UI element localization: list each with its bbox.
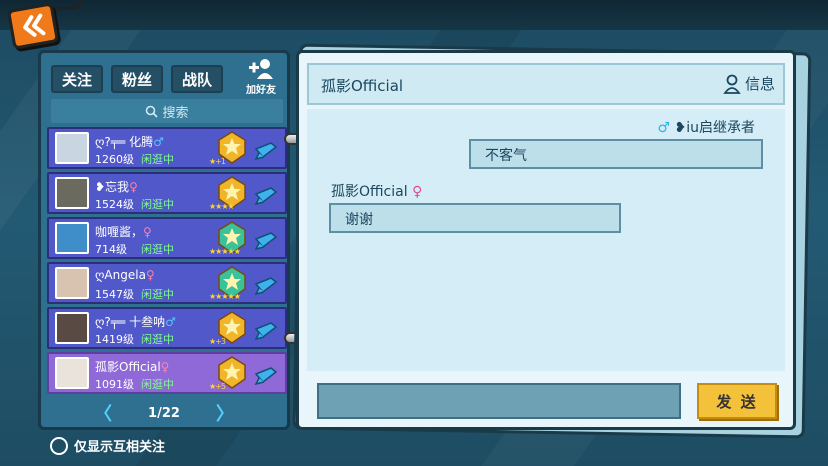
message-bubble: 不客气 — [469, 139, 763, 169]
radio-circle-icon — [50, 436, 68, 455]
gender-icon: ♀ — [129, 180, 138, 194]
friend-level: 1091级 — [95, 378, 134, 391]
friend-status: 闲逛中 — [141, 378, 174, 391]
message-input[interactable] — [317, 383, 681, 419]
friend-name: ღ?╤═ 十叁呐 — [95, 315, 166, 329]
info-label: 信息 — [744, 75, 775, 93]
male-gender-icon: ♂ — [657, 120, 671, 136]
add-user-icon — [249, 59, 273, 79]
next-page-button[interactable]: 〉 — [216, 400, 234, 426]
search-placeholder: 搜索 — [162, 105, 189, 121]
sender-name: 孤影Official — [331, 184, 408, 200]
friend-name-line: 咖喱酱，♀ — [95, 223, 152, 240]
top-bar — [0, 0, 828, 30]
search-icon — [146, 105, 159, 118]
send-button[interactable]: 发 送 — [697, 383, 777, 419]
send-gift-icon[interactable] — [253, 364, 279, 386]
chat-message-area: ♂ ❥iu启继承者 不客气 孤影Official ♀ 谢谢 — [307, 109, 785, 371]
pager: 〈 1/22 〉 — [41, 398, 287, 428]
friend-row[interactable]: ღ?╤═ 化腾♂ 1260级 闲逛中 ★+1 — [47, 127, 287, 169]
chat-panel: 孤影Official 信息 ♂ ❥iu启继承者 不客气 孤影Official ♀… — [296, 50, 796, 430]
send-gift-icon[interactable] — [253, 139, 279, 161]
tab-fans[interactable]: 粉丝 — [111, 65, 163, 93]
friend-level: 1260级 — [95, 153, 134, 166]
send-gift-icon[interactable] — [253, 274, 279, 296]
rank-stars: ★+5 — [209, 382, 226, 391]
friend-row[interactable]: 咖喱酱，♀ 714级 闲逛中 ★★★★★ — [47, 217, 287, 259]
tab-bar: 关注 粉丝 战队 — [51, 65, 223, 93]
avatar[interactable] — [55, 222, 89, 254]
friends-panel: 关注 粉丝 战队 加好友 搜索 ღ?╤═ 化腾♂ 1260级 闲逛中 ★+1 ❥… — [38, 50, 290, 430]
friend-status: 闲逛中 — [141, 153, 174, 166]
add-friend-label: 加好友 — [246, 85, 276, 96]
message-bubble: 谢谢 — [329, 203, 621, 233]
info-button[interactable]: 信息 — [723, 73, 775, 94]
send-gift-icon[interactable] — [253, 319, 279, 341]
search-input[interactable]: 搜索 — [51, 99, 283, 123]
rank-stars: ★+1 — [209, 157, 226, 166]
avatar[interactable] — [55, 177, 89, 209]
friend-level: 1419级 — [95, 333, 134, 346]
gender-icon: ♀ — [145, 268, 155, 282]
mutual-only-toggle[interactable]: 仅显示互相关注 — [50, 436, 165, 455]
rank-stars: ★+3 — [209, 337, 226, 346]
send-gift-icon[interactable] — [253, 184, 279, 206]
back-button[interactable] — [6, 2, 60, 50]
gender-icon: ♂ — [165, 315, 176, 329]
female-gender-icon: ♀ — [412, 184, 423, 200]
friend-name-line: ❥忘我♀ — [95, 178, 138, 195]
avatar[interactable] — [55, 132, 89, 164]
avatar[interactable] — [55, 357, 89, 389]
mutual-only-label: 仅显示互相关注 — [74, 440, 166, 455]
tab-team[interactable]: 战队 — [171, 65, 223, 93]
friend-status: 闲逛中 — [141, 333, 174, 346]
rank-stars: ★★★★ — [209, 202, 235, 211]
friend-name: ❥忘我 — [95, 180, 130, 194]
message-text: 不客气 — [485, 148, 527, 164]
friend-name: 孤影Official — [95, 360, 161, 374]
message-text: 谢谢 — [345, 212, 373, 228]
tab-following[interactable]: 关注 — [51, 65, 103, 93]
message-sender: ♂ ❥iu启继承者 — [657, 117, 755, 137]
friend-name-line: ღAngela♀ — [95, 268, 155, 282]
message-sender: 孤影Official ♀ — [331, 181, 422, 201]
friend-status: 闲逛中 — [141, 288, 174, 301]
rank-stars: ★★★★★ — [209, 247, 241, 256]
avatar[interactable] — [55, 312, 89, 344]
page-indicator: 1/22 — [148, 405, 180, 421]
friend-status: 闲逛中 — [141, 243, 174, 256]
user-profile-icon — [723, 74, 741, 94]
gender-icon: ♀ — [160, 360, 170, 374]
friend-name: ღ?╤═ 化腾 — [95, 135, 154, 149]
add-friend-button[interactable]: 加好友 — [241, 57, 281, 97]
friend-name: 咖喱酱， — [95, 225, 144, 239]
friend-level: 1524级 — [95, 198, 134, 211]
chat-header: 孤影Official 信息 — [307, 63, 785, 105]
friend-name-line: ღ?╤═ 化腾♂ — [95, 133, 164, 150]
friend-level: 1547级 — [95, 288, 134, 301]
double-chevron-left-icon — [23, 13, 46, 37]
friend-row[interactable]: ღAngela♀ 1547级 闲逛中 ★★★★★ — [47, 262, 287, 304]
friend-name-line: ღ?╤═ 十叁呐♂ — [95, 313, 176, 330]
gender-icon: ♀ — [143, 225, 152, 239]
sender-name: ❥iu启继承者 — [674, 120, 756, 136]
friend-row[interactable]: ❥忘我♀ 1524级 闲逛中 ★★★★ — [47, 172, 287, 214]
avatar[interactable] — [55, 267, 89, 299]
friend-status: 闲逛中 — [141, 198, 174, 211]
rank-stars: ★★★★★ — [209, 292, 241, 301]
friend-row[interactable]: 孤影Official♀ 1091级 闲逛中 ★+5 — [47, 352, 287, 394]
friend-list: ღ?╤═ 化腾♂ 1260级 闲逛中 ★+1 ❥忘我♀ 1524级 闲逛中 ★★… — [47, 127, 287, 397]
send-gift-icon[interactable] — [253, 229, 279, 251]
chat-title: 孤影Official — [321, 77, 404, 95]
gender-icon: ♂ — [153, 135, 164, 149]
friend-name-line: 孤影Official♀ — [95, 358, 169, 375]
friend-row[interactable]: ღ?╤═ 十叁呐♂ 1419级 闲逛中 ★+3 — [47, 307, 287, 349]
friend-name: ღAngela — [95, 268, 146, 282]
prev-page-button[interactable]: 〈 — [94, 400, 112, 426]
friend-level: 714级 — [95, 243, 127, 256]
